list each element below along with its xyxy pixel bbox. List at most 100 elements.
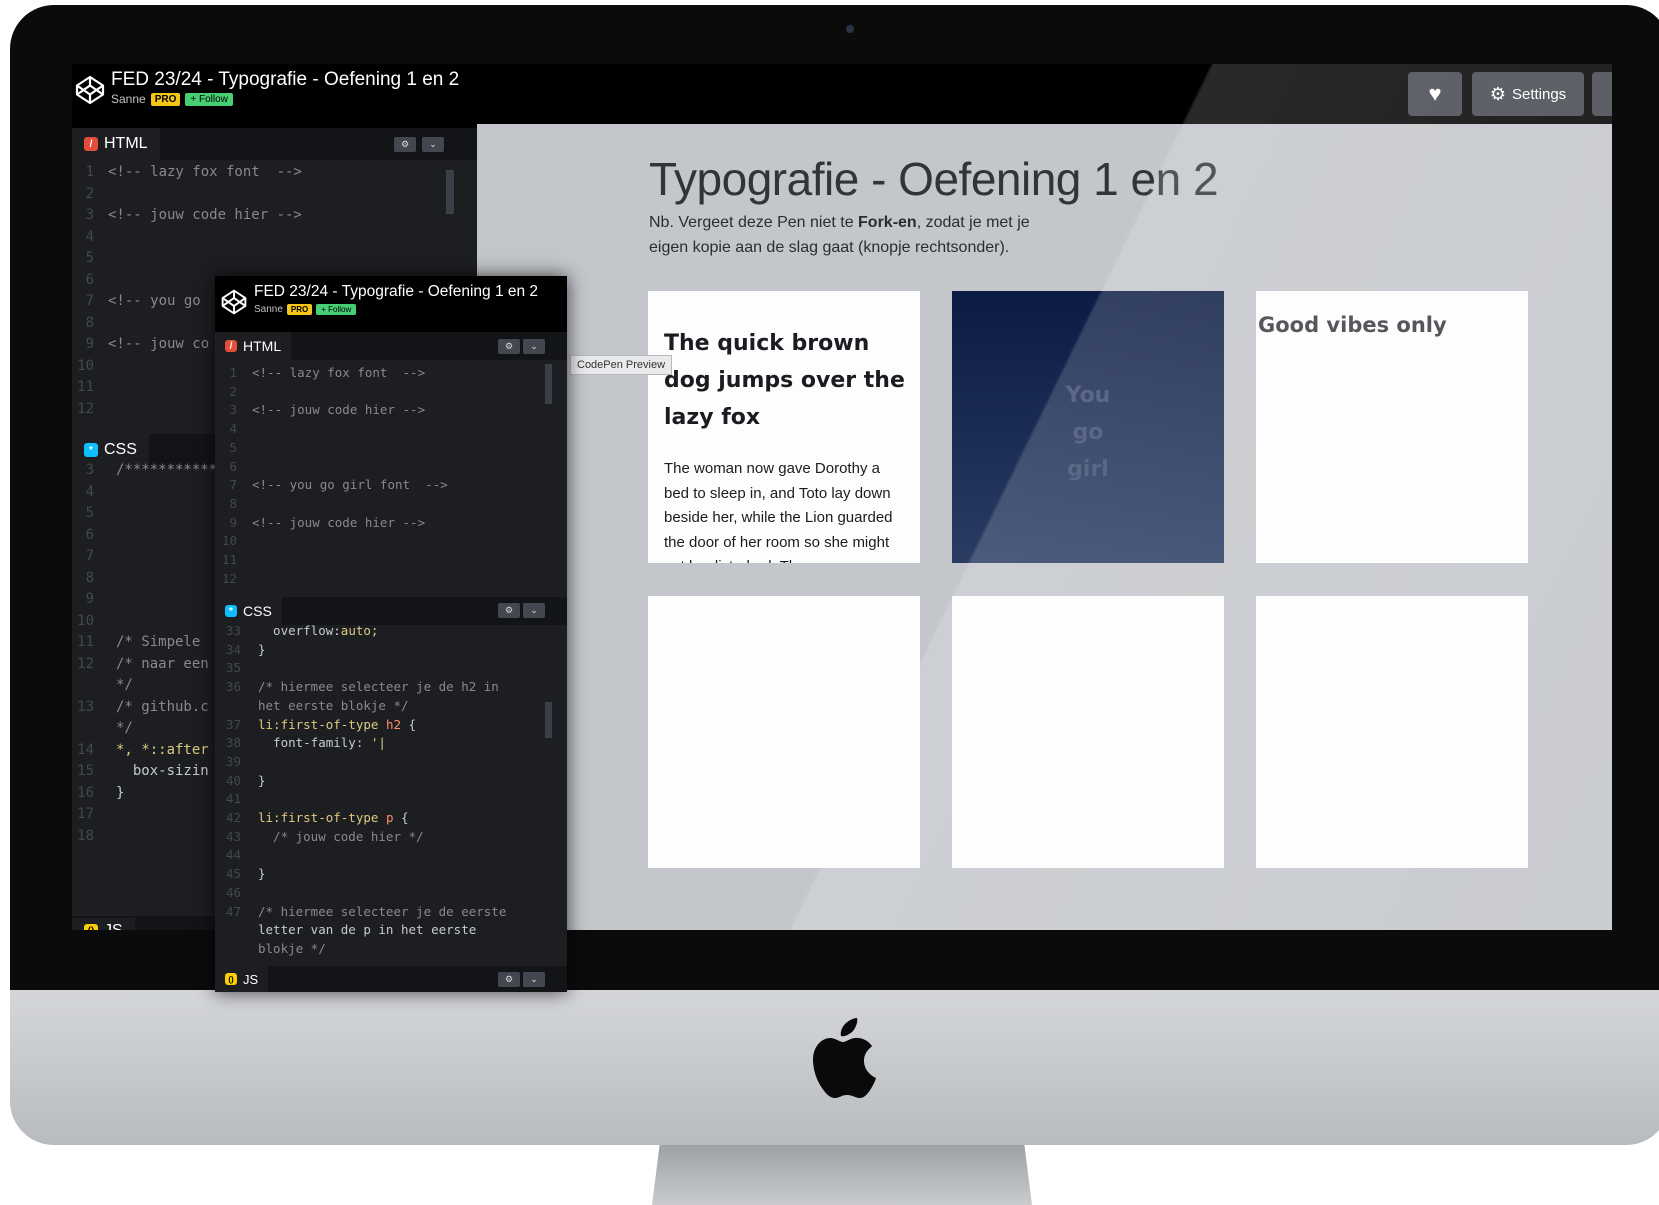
line-number: 8 <box>229 495 237 511</box>
card-you-go-girl: You go girl <box>952 291 1224 563</box>
line-number: 2 <box>229 383 237 399</box>
code-line[interactable]: /* hiermee selecteer je de eerste <box>258 904 506 919</box>
code-line[interactable]: *, *::after <box>116 742 209 758</box>
card-3-heading: Good vibes only <box>1258 313 1447 337</box>
code-line[interactable]: /*********** <box>116 462 217 478</box>
codepen-logo-icon[interactable] <box>220 288 248 316</box>
front-js-settings-icon[interactable]: ⚙ <box>498 972 520 987</box>
code-line[interactable]: /* Simpele <box>116 634 200 650</box>
code-line[interactable]: <!-- jouw code hier --> <box>252 402 425 417</box>
front-header: FED 23/24 - Typografie - Oefening 1 en 2… <box>215 276 567 332</box>
code-line[interactable]: letter van de p in het eerste <box>258 922 476 937</box>
front-css-scrollbar[interactable] <box>545 702 552 738</box>
line-number: 12 <box>221 570 237 586</box>
front-html-settings-icon[interactable]: ⚙ <box>498 339 520 354</box>
tab-js[interactable]: () JS <box>72 918 135 930</box>
css-icon: * <box>84 443 98 457</box>
code-line[interactable]: } <box>258 773 266 788</box>
line-number: 7 <box>229 477 237 493</box>
code-line[interactable]: /* github.c <box>116 699 209 715</box>
line-number: 9 <box>85 591 94 607</box>
js-icon: () <box>84 924 98 930</box>
line-number: 10 <box>77 612 94 629</box>
editor-front-window[interactable]: FED 23/24 - Typografie - Oefening 1 en 2… <box>215 276 567 992</box>
code-line[interactable]: <!-- jouw co <box>108 336 209 352</box>
card-good-vibes: Good vibes only <box>1256 291 1528 563</box>
code-line[interactable]: li:first-of-type h2 { <box>258 717 416 732</box>
card-6 <box>1256 596 1528 868</box>
code-line[interactable]: <!-- jouw code hier --> <box>108 207 302 223</box>
code-line[interactable]: } <box>258 642 266 657</box>
code-line[interactable]: li:first-of-type p { <box>258 810 409 825</box>
front-follow-button[interactable]: + Follow <box>316 304 357 315</box>
code-line[interactable]: } <box>116 785 124 801</box>
front-css-collapse-icon[interactable]: ⌄ <box>523 603 545 618</box>
card-lazy-fox: The quick brown dog jumps over the lazy … <box>648 291 920 563</box>
line-number: 17 <box>77 806 94 822</box>
code-line[interactable]: box-sizin <box>116 763 209 779</box>
heart-button[interactable]: ♥ <box>1408 72 1462 116</box>
code-line[interactable]: */ <box>116 720 133 736</box>
line-number: 37 <box>225 716 241 732</box>
preview-note-line-2: eigen kopie aan de slag gaat (knopje rec… <box>649 239 1010 256</box>
front-pen-title[interactable]: FED 23/24 - Typografie - Oefening 1 en 2 <box>254 283 538 301</box>
line-number: 9 <box>229 514 237 530</box>
change-view-button[interactable] <box>1592 72 1612 116</box>
line-number: 11 <box>77 634 94 650</box>
code-line[interactable]: <!-- lazy fox font --> <box>108 164 302 180</box>
html-tab-label: HTML <box>104 135 148 152</box>
code-line[interactable]: /* jouw code hier */ <box>258 829 424 844</box>
author-name[interactable]: Sanne <box>111 92 146 106</box>
html-scrollbar[interactable] <box>446 170 454 214</box>
line-number: 3 <box>85 462 94 478</box>
line-number: 2 <box>85 185 94 202</box>
line-number: 10 <box>221 533 237 549</box>
front-html-scrollbar[interactable] <box>545 364 552 404</box>
code-line[interactable]: /* hiermee selecteer je de h2 in <box>258 679 499 694</box>
tab-html[interactable]: / HTML <box>72 128 160 160</box>
pen-title[interactable]: FED 23/24 - Typografie - Oefening 1 en 2 <box>111 69 459 91</box>
card-4 <box>648 596 920 868</box>
code-line[interactable]: /* naar een <box>116 656 209 672</box>
code-line[interactable]: <!-- lazy fox font --> <box>252 365 425 380</box>
code-line[interactable]: <!-- jouw code hier --> <box>252 515 425 530</box>
front-js-collapse-icon[interactable]: ⌄ <box>523 972 545 987</box>
html-icon: / <box>225 340 237 352</box>
gear-icon: ⚙ <box>1489 83 1506 104</box>
codepen-logo-icon[interactable] <box>74 74 106 106</box>
code-line[interactable]: blokje */ <box>258 941 326 956</box>
result-preview[interactable]: Typografie - Oefening 1 en 2 Nb. Vergeet… <box>477 124 1612 930</box>
html-settings-icon[interactable]: ⚙ <box>394 137 416 152</box>
follow-button[interactable]: + Follow <box>185 92 233 106</box>
front-tab-js[interactable]: () JS <box>215 966 269 992</box>
line-number: 1 <box>85 164 94 180</box>
code-line[interactable]: het eerste blokje */ <box>258 698 409 713</box>
js-tab-label: JS <box>104 922 123 930</box>
code-line[interactable]: } <box>258 866 266 881</box>
pro-badge: PRO <box>150 92 181 106</box>
settings-button[interactable]: ⚙ Settings <box>1472 72 1584 116</box>
code-line[interactable]: overflow:auto; <box>258 623 378 638</box>
front-html-tab-label: HTML <box>243 338 282 354</box>
imac-stand <box>652 1145 1032 1205</box>
card-2-text: You go girl <box>1065 383 1111 482</box>
codepen-preview-tooltip: CodePen Preview <box>570 355 673 375</box>
camera-icon <box>846 25 854 33</box>
code-line[interactable]: <!-- you go <box>108 293 201 309</box>
front-author-name[interactable]: Sanne <box>254 304 283 315</box>
front-css-tab-label: CSS <box>243 603 272 619</box>
line-number: 9 <box>85 336 94 352</box>
code-line[interactable]: <!-- you go girl font --> <box>252 477 448 492</box>
front-pen-author: Sanne PRO + Follow <box>254 304 357 315</box>
line-number: 4 <box>85 228 94 245</box>
html-collapse-icon[interactable]: ⌄ <box>422 137 444 152</box>
line-number: 36 <box>225 679 241 695</box>
code-line[interactable]: font-family: '| <box>258 735 386 750</box>
front-css-settings-icon[interactable]: ⚙ <box>498 603 520 618</box>
line-number: 12 <box>77 400 94 417</box>
front-tab-html[interactable]: / HTML <box>215 332 292 360</box>
front-tab-css[interactable]: * CSS <box>215 597 282 625</box>
front-html-collapse-icon[interactable]: ⌄ <box>523 339 545 354</box>
code-line[interactable]: */ <box>116 677 133 693</box>
card-1-heading: The quick brown dog jumps over the lazy … <box>664 331 905 430</box>
